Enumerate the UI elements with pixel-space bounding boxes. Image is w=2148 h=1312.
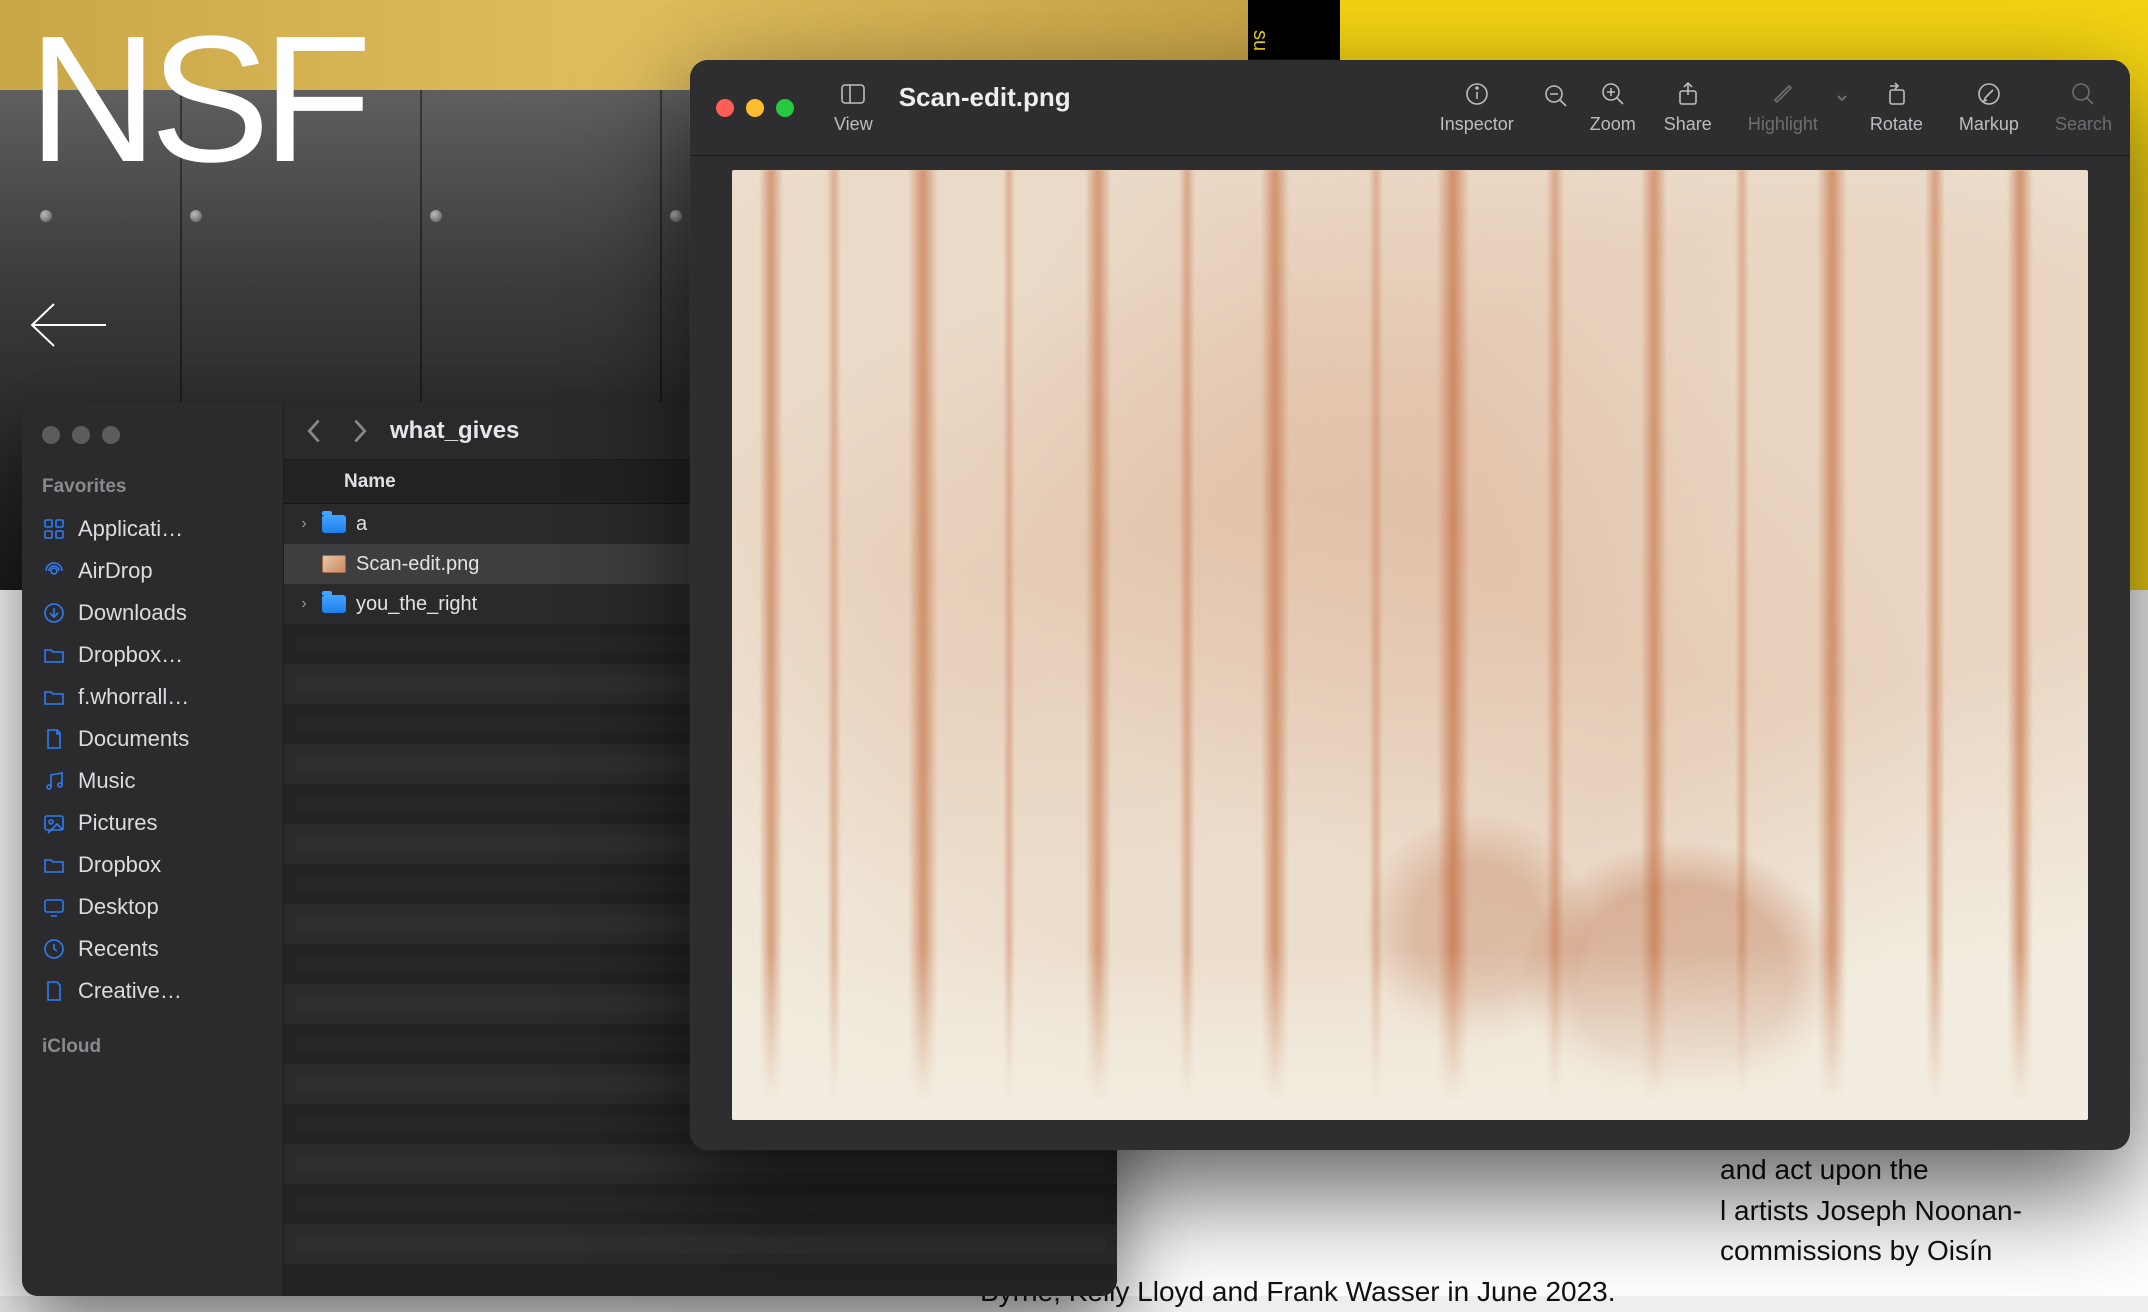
sidebar-item-label: Documents bbox=[78, 726, 189, 752]
webpage-body-text: and act upon the l artists Joseph Noonan… bbox=[980, 1150, 2088, 1312]
clock-icon bbox=[42, 937, 66, 961]
finder-traffic-lights[interactable] bbox=[22, 418, 283, 470]
picture-icon bbox=[42, 811, 66, 835]
sidebar-item-label: Dropbox… bbox=[78, 642, 183, 668]
sidebar-item-documents[interactable]: Documents bbox=[22, 718, 283, 760]
sidebar-item-label: Recents bbox=[78, 936, 159, 962]
sidebar-item-music[interactable]: Music bbox=[22, 760, 283, 802]
sidebar-item-applications[interactable]: Applicati… bbox=[22, 508, 283, 550]
markup-button[interactable]: Markup bbox=[1941, 60, 2037, 155]
list-empty-row bbox=[284, 1224, 1117, 1264]
sidebar-item-label: Downloads bbox=[78, 600, 187, 626]
sidebar-item-label: Creative… bbox=[78, 978, 182, 1004]
preview-body bbox=[690, 156, 2130, 1150]
sidebar-item-label: Pictures bbox=[78, 810, 157, 836]
nav-back-icon[interactable] bbox=[304, 417, 324, 445]
sidebar-item-creative[interactable]: Creative… bbox=[22, 970, 283, 1012]
preview-window: View Scan-edit.png Inspector Zoom Share … bbox=[690, 60, 2130, 1150]
sidebar-item-desktop[interactable]: Desktop bbox=[22, 886, 283, 928]
music-icon bbox=[42, 769, 66, 793]
toolbar-label: Zoom bbox=[1590, 114, 1636, 135]
maximize-icon[interactable] bbox=[776, 99, 794, 117]
disclosure-icon[interactable]: › bbox=[296, 595, 312, 613]
sidebar-item-label: f.whorrall… bbox=[78, 684, 189, 710]
folder-icon bbox=[42, 685, 66, 709]
sidebar-item-label: Applicati… bbox=[78, 516, 183, 542]
preview-image-canvas[interactable] bbox=[732, 170, 2088, 1120]
sidebar-item-dropbox1[interactable]: Dropbox… bbox=[22, 634, 283, 676]
zoom-in-button[interactable]: Zoom bbox=[1580, 60, 1646, 155]
folder-icon bbox=[322, 595, 346, 613]
file-name: Scan-edit.png bbox=[356, 553, 479, 576]
inspector-button[interactable]: Inspector bbox=[1422, 60, 1532, 155]
close-icon[interactable] bbox=[716, 99, 734, 117]
sidebar-item-pictures[interactable]: Pictures bbox=[22, 802, 283, 844]
toolbar-label: Highlight bbox=[1748, 114, 1818, 135]
minimize-icon[interactable] bbox=[746, 99, 764, 117]
sidebar-item-fwhorrall[interactable]: f.whorrall… bbox=[22, 676, 283, 718]
preview-traffic-lights[interactable] bbox=[690, 60, 816, 155]
sidebar-item-airdrop[interactable]: AirDrop bbox=[22, 550, 283, 592]
sidebar-item-label: AirDrop bbox=[78, 558, 153, 584]
close-icon[interactable] bbox=[42, 426, 60, 444]
nsf-logo-text: NSF bbox=[28, 10, 364, 190]
highlight-menu-chevron[interactable] bbox=[1836, 60, 1852, 155]
file-name: you_the_right bbox=[356, 593, 477, 616]
search-button[interactable]: Search bbox=[2037, 60, 2130, 155]
sidebar-item-label: Desktop bbox=[78, 894, 159, 920]
highlight-icon bbox=[1769, 80, 1797, 108]
toolbar-label: Share bbox=[1664, 114, 1712, 135]
sidebar-item-downloads[interactable]: Downloads bbox=[22, 592, 283, 634]
toolbar-label: Markup bbox=[1959, 114, 2019, 135]
toolbar-label: Search bbox=[2055, 114, 2112, 135]
info-icon bbox=[1463, 80, 1491, 108]
preview-toolbar: View Scan-edit.png Inspector Zoom Share … bbox=[690, 60, 2130, 156]
maximize-icon[interactable] bbox=[102, 426, 120, 444]
zoom-out-icon bbox=[1542, 82, 1570, 110]
rotate-icon bbox=[1882, 80, 1910, 108]
markup-icon bbox=[1975, 80, 2003, 108]
sidebar-item-label: Music bbox=[78, 768, 135, 794]
download-icon bbox=[42, 601, 66, 625]
grid-icon bbox=[42, 517, 66, 541]
share-button[interactable]: Share bbox=[1646, 60, 1730, 155]
sidebar-icon bbox=[839, 80, 867, 108]
image-file-icon bbox=[322, 555, 346, 573]
preview-title: Scan-edit.png bbox=[891, 60, 1089, 155]
disclosure-icon[interactable]: › bbox=[296, 515, 312, 533]
sidebar-section-icloud: iCloud bbox=[22, 1030, 283, 1068]
sidebar-section-favorites: Favorites bbox=[22, 470, 283, 508]
rotate-button[interactable]: Rotate bbox=[1852, 60, 1941, 155]
finder-breadcrumb: what_gives bbox=[390, 417, 519, 445]
nav-forward-icon[interactable] bbox=[350, 417, 370, 445]
airdrop-icon bbox=[42, 559, 66, 583]
view-button[interactable]: View bbox=[816, 60, 891, 155]
search-icon bbox=[2069, 80, 2097, 108]
doc-icon bbox=[42, 979, 66, 1003]
zoom-out-button[interactable] bbox=[1532, 60, 1580, 155]
sidebar-item-dropbox2[interactable]: Dropbox bbox=[22, 844, 283, 886]
folder-icon bbox=[322, 515, 346, 533]
finder-sidebar: Favorites Applicati… AirDrop Downloads D… bbox=[22, 402, 284, 1296]
folder-icon bbox=[42, 643, 66, 667]
list-empty-row bbox=[284, 1184, 1117, 1224]
doc-icon bbox=[42, 727, 66, 751]
file-name: a bbox=[356, 513, 367, 536]
toolbar-label: View bbox=[834, 114, 873, 135]
back-arrow-icon[interactable] bbox=[28, 300, 108, 350]
highlight-button[interactable]: Highlight bbox=[1730, 60, 1836, 155]
sidebar-item-recents[interactable]: Recents bbox=[22, 928, 283, 970]
minimize-icon[interactable] bbox=[72, 426, 90, 444]
toolbar-label: Inspector bbox=[1440, 114, 1514, 135]
desktop-icon bbox=[42, 895, 66, 919]
sidebar-item-label: Dropbox bbox=[78, 852, 161, 878]
zoom-in-icon bbox=[1599, 80, 1627, 108]
list-empty-row bbox=[284, 1144, 1117, 1184]
share-icon bbox=[1674, 80, 1702, 108]
folder-icon bbox=[42, 853, 66, 877]
chevron-down-icon bbox=[1836, 92, 1848, 104]
webpage-black-tab-text: su bbox=[1248, 30, 1271, 51]
toolbar-label: Rotate bbox=[1870, 114, 1923, 135]
